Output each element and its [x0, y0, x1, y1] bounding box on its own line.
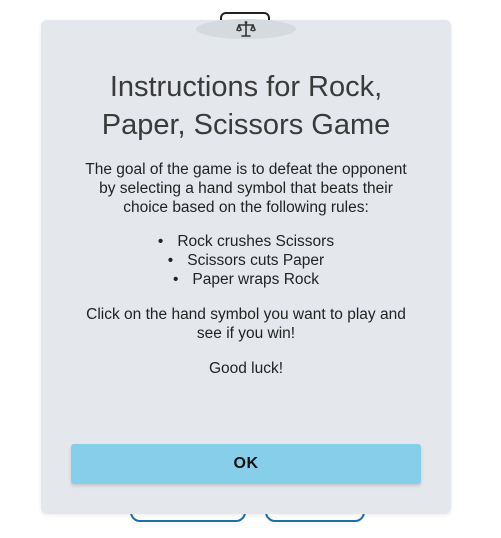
rule-item: • Rock crushes Scissors — [157, 233, 335, 250]
modal-title-line-1: Instructions for Rock, — [109, 71, 383, 103]
balance-scale-icon — [236, 20, 256, 38]
rule-item: • Paper wraps Rock — [172, 271, 320, 288]
ok-button[interactable]: OK — [71, 444, 421, 484]
rule-text: Rock crushes Scissors — [177, 233, 335, 250]
rule-text: Paper wraps Rock — [192, 271, 320, 288]
good-luck-text: Good luck! — [208, 360, 284, 377]
icon-badge — [196, 19, 296, 39]
rule-text: Scissors cuts Paper — [187, 252, 325, 269]
rule-item: • Scissors cuts Paper — [167, 252, 325, 269]
modal-title-line-2: Paper, Scissors Game — [101, 109, 391, 141]
intro-text: The goal of the game is to defeat the op… — [85, 161, 407, 216]
call-to-action-text: Click on the hand symbol you want to pla… — [86, 306, 406, 342]
modal-title: Instructions for Rock, Paper, Scissors G… — [41, 68, 451, 144]
page: Instructions for Rock, Paper, Scissors G… — [0, 0, 501, 538]
rules-list: • Rock crushes Scissors • Scissors cuts Pa… — [41, 232, 451, 289]
